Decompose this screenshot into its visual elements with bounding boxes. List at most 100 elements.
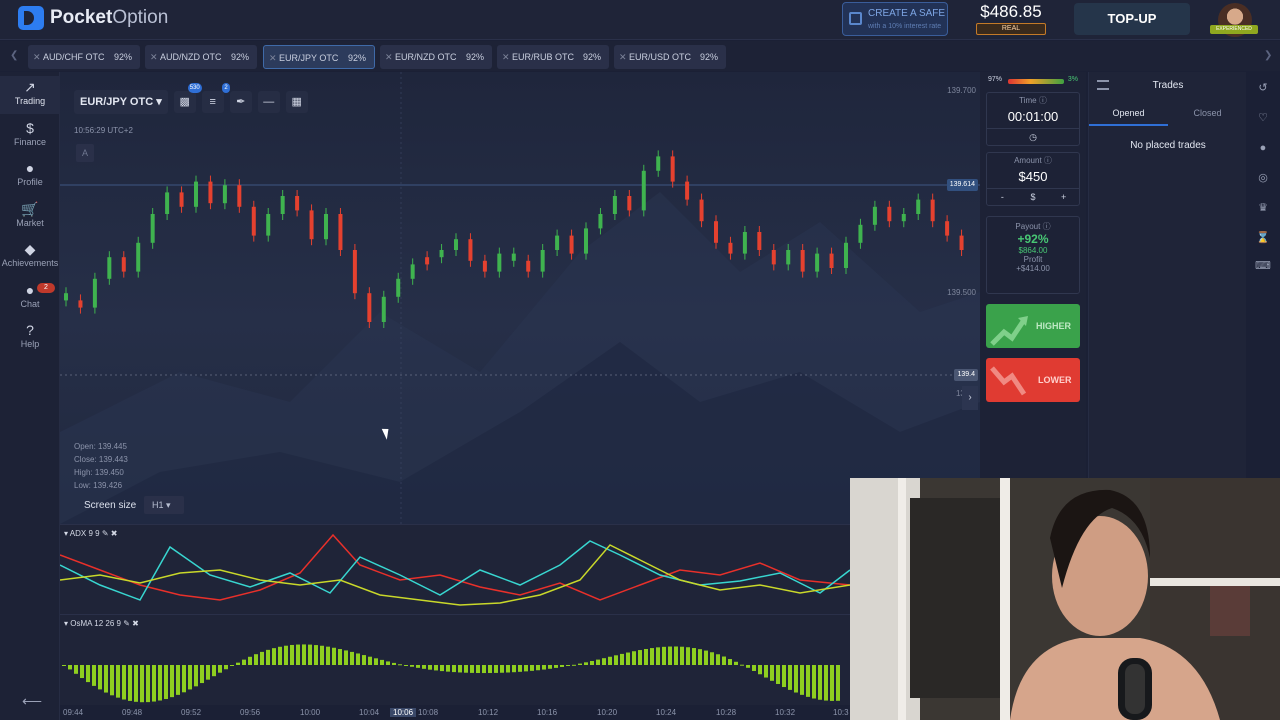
tab-opened[interactable]: Opened	[1089, 108, 1168, 126]
osma-bar	[770, 665, 774, 681]
osma-bar	[494, 665, 498, 673]
lower-button[interactable]: LOWER	[986, 358, 1080, 402]
close-icon[interactable]: ✖	[132, 619, 139, 628]
osma-bar	[326, 646, 330, 665]
edit-icon[interactable]: ✎	[102, 529, 109, 538]
tab-asset[interactable]: ✕ AUD/NZD OTC 92%	[145, 45, 257, 69]
info-icon[interactable]: ⓘ	[1043, 222, 1051, 231]
create-safe-button[interactable]: CREATE A SAFE with a 10% interest rate	[842, 2, 948, 36]
candle-body	[930, 199, 935, 222]
promo-title: CREATE A SAFE	[868, 8, 946, 19]
tab-payout: 92%	[582, 52, 601, 62]
drawing-mode-button[interactable]: A	[76, 144, 94, 162]
trophy-icon[interactable]: ♛	[1255, 200, 1271, 216]
top-bar: PocketOption CREATE A SAFE with a 10% in…	[0, 0, 1280, 40]
tabs-left-arrow-icon[interactable]: ❮	[10, 50, 18, 61]
amount-value[interactable]: $450	[987, 169, 1079, 184]
tab-closed[interactable]: Closed	[1168, 108, 1247, 126]
history-icon[interactable]: ↺	[1255, 80, 1271, 96]
osma-bar	[590, 660, 594, 665]
close-icon[interactable]: ✕	[33, 45, 41, 69]
collapse-arrow-icon[interactable]: ⟵	[22, 693, 42, 710]
osma-bar	[704, 650, 708, 665]
osma-label-text: OsMA 12 26 9	[70, 619, 121, 628]
sidebar-item-trading[interactable]: ↗ Trading	[0, 76, 60, 114]
adx-indicator-pane[interactable]: ▾ ADX 9 9 ✎ ✖	[60, 524, 850, 614]
close-icon[interactable]: ✕	[619, 45, 627, 69]
top-up-button[interactable]: TOP-UP	[1074, 3, 1190, 35]
amount-minus-button[interactable]: -	[987, 189, 1018, 204]
info-icon[interactable]: ⓘ	[1039, 96, 1047, 105]
amount-box[interactable]: Amount ⓘ $450 - $ +	[986, 152, 1080, 206]
amount-plus-button[interactable]: +	[1048, 189, 1079, 204]
time-value[interactable]: 00:01:00	[987, 109, 1079, 124]
sidebar-item-achievements[interactable]: ◆ Achievements	[0, 238, 60, 276]
candle-body	[266, 214, 271, 236]
edit-icon[interactable]: ✎	[123, 619, 130, 628]
info-icon[interactable]: ⓘ	[1044, 156, 1052, 165]
osma-bar	[518, 665, 522, 672]
close-icon[interactable]: ✕	[385, 45, 393, 69]
tab-asset[interactable]: ✕ AUD/CHF OTC 92%	[28, 45, 140, 69]
time-box[interactable]: Time ⓘ 00:01:00 ◷	[986, 92, 1080, 146]
tab-payout: 92%	[699, 52, 718, 62]
candle-body	[598, 214, 603, 229]
close-icon[interactable]: ✕	[150, 45, 158, 69]
tab-asset[interactable]: ✕ EUR/NZD OTC 92%	[380, 45, 492, 69]
indicators-button[interactable]: ≡ 2	[201, 83, 230, 113]
osma-bar	[686, 647, 690, 665]
sidebar-item-help[interactable]: ? Help	[0, 319, 60, 357]
chart-type-button[interactable]: ▩ 530	[173, 83, 202, 113]
osma-bar	[464, 665, 468, 673]
profit-amount: +$414.00	[1016, 264, 1050, 273]
timeframe-select[interactable]: H1 ▾	[144, 496, 184, 514]
close-icon[interactable]: ✕	[269, 46, 277, 70]
balance-display[interactable]: $486.85 REAL	[974, 2, 1048, 35]
tab-asset[interactable]: ✕ EUR/JPY OTC 92%	[263, 45, 375, 69]
expand-chart-button[interactable]: ›	[962, 386, 978, 410]
hourglass-icon[interactable]: ⌛	[1255, 230, 1271, 246]
osma-bar	[512, 665, 516, 673]
close-icon[interactable]: ✖	[111, 529, 118, 538]
sidebar-item-profile[interactable]: ● Profile	[0, 157, 60, 195]
drawing-tools-button[interactable]: ✒	[229, 91, 252, 113]
osma-bar	[308, 644, 312, 665]
line-tool-button[interactable]: —	[257, 91, 280, 113]
tab-pair: AUD/CHF OTC	[43, 52, 105, 62]
osma-bar	[662, 646, 666, 665]
osma-indicator-pane[interactable]: ▾ OsMA 12 26 9 ✎ ✖	[60, 614, 850, 705]
amount-currency-button[interactable]: $	[1018, 189, 1049, 204]
candle-body	[627, 196, 632, 211]
users-icon[interactable]: ●	[1255, 140, 1271, 156]
price-chart[interactable]: EUR/JPY OTC ▾ ▩ 530 ≡ 2 ✒ — ▦ 10:56:29 UTC…	[60, 72, 980, 524]
sidebar-item-market[interactable]: 🛒 Market	[0, 198, 60, 236]
candle-body	[324, 214, 328, 240]
layout-button[interactable]: ▦	[285, 91, 308, 113]
keyboard-icon[interactable]: ⌨	[1255, 258, 1271, 274]
osma-bar	[158, 665, 162, 701]
osma-bar	[386, 661, 390, 665]
tab-asset[interactable]: ✕ EUR/RUB OTC 92%	[497, 45, 609, 69]
tab-asset[interactable]: ✕ EUR/USD OTC 92%	[614, 45, 726, 69]
sidebar-item-chat[interactable]: ● Chat 2	[0, 279, 60, 317]
osma-bar	[104, 665, 108, 693]
tabs-right-arrow-icon[interactable]: ❯	[1264, 50, 1272, 61]
osma-bar	[668, 646, 672, 665]
grid-icon: ▦	[291, 96, 302, 108]
time-tick: 10:12	[478, 708, 499, 717]
osma-bar	[398, 664, 402, 666]
osma-bar	[806, 665, 810, 697]
pair-selector[interactable]: EUR/JPY OTC ▾	[74, 90, 168, 114]
sidebar-item-finance[interactable]: $ Finance	[0, 117, 60, 155]
target-icon[interactable]: ◎	[1255, 170, 1271, 186]
osma-bar	[200, 665, 204, 684]
trades-title: Trades	[1152, 80, 1184, 91]
brand-logo[interactable]: PocketOption	[18, 6, 168, 30]
ohlc-high: High: 139.450	[74, 468, 124, 477]
candle-body	[887, 206, 892, 222]
pulse-icon[interactable]: ♡	[1255, 110, 1271, 126]
time-tick: 10:3	[833, 708, 849, 717]
higher-button[interactable]: HIGHER	[986, 304, 1080, 348]
clock-icon[interactable]: ◷	[987, 129, 1079, 144]
close-icon[interactable]: ✕	[502, 45, 510, 69]
